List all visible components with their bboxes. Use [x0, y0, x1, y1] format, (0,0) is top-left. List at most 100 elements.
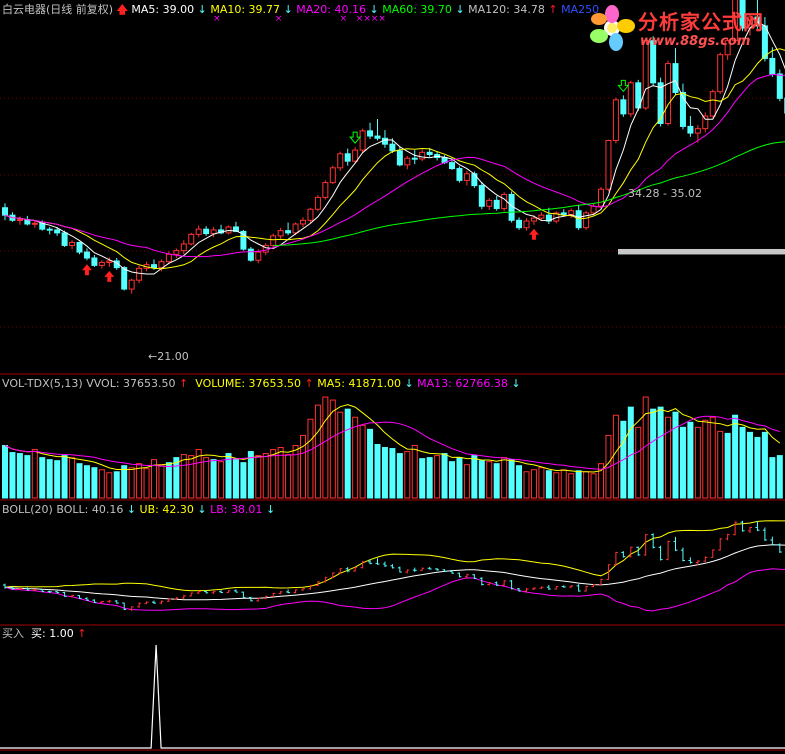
arrow-down-icon: ↓ [197, 3, 207, 16]
candle-body [307, 208, 314, 221]
volume-bar [98, 469, 105, 499]
volume-bar [530, 469, 537, 499]
candle-body [463, 173, 470, 181]
volume-bar [568, 473, 575, 499]
candle-body [449, 162, 455, 170]
candle-body [247, 248, 254, 261]
arrow-up-icon: ↑ [548, 3, 558, 16]
candle-body [203, 228, 210, 235]
candle-body [672, 63, 679, 93]
candle-body [367, 130, 374, 137]
volume-bar [575, 470, 582, 499]
candle-body [255, 251, 262, 261]
candle-body [374, 135, 381, 139]
volume-bar [180, 454, 187, 499]
volume-bar [501, 457, 508, 499]
sell-arrow-icon [617, 79, 630, 93]
candle-body [337, 153, 344, 169]
candle-body [717, 54, 724, 93]
boll-lb-label: LB: 38.01 [210, 503, 263, 516]
volume-bar [560, 469, 567, 499]
candle-body [568, 210, 575, 215]
candle-body [83, 251, 90, 259]
logo: 分析家公式网 www.88gs.com [588, 2, 783, 56]
volume-bar [665, 416, 672, 499]
volume-bar [113, 471, 120, 499]
volume-bar [255, 455, 262, 499]
volume-bar [627, 406, 634, 499]
candle-body [300, 219, 306, 225]
volume-bar [352, 416, 359, 499]
arrow-down-icon: ↓ [197, 503, 207, 516]
volume-bar [419, 458, 426, 499]
volume-bar [449, 461, 455, 499]
volume-bar [314, 404, 321, 499]
logo-url: www.88gs.com [640, 34, 751, 49]
volume-bar [165, 462, 172, 499]
sell-arrow-icon [349, 131, 362, 144]
volume-bar [329, 399, 336, 499]
volume-bar [426, 457, 433, 499]
stock-name: 白云电器(日线 前复权) [2, 3, 114, 16]
volume-bar [471, 455, 478, 499]
candle-body [404, 157, 411, 166]
candle-body [709, 91, 716, 117]
volume-bar [538, 467, 545, 499]
ma120-label: MA120: 34.78 [468, 3, 545, 16]
volume-bar [523, 471, 530, 499]
volume-bar [39, 457, 46, 499]
candle-body [694, 128, 701, 134]
volume-bar [463, 464, 470, 499]
boll-lb-line [4, 568, 785, 612]
candle-body [285, 230, 292, 234]
candle-body [657, 82, 664, 124]
candle-body [31, 222, 38, 225]
volume-bar [285, 454, 292, 499]
candle-body [560, 212, 567, 215]
candle-body [478, 185, 485, 207]
candle-body [180, 243, 187, 252]
buy-indicator-name: 买入 [2, 627, 24, 640]
volume-bar [456, 457, 463, 499]
candle-body [188, 233, 195, 245]
logo-title: 分析家公式网 [638, 10, 764, 34]
candle-body [69, 241, 76, 246]
vol-ma5-label: MA5: 41871.00 [317, 377, 401, 390]
candle-body [530, 217, 537, 222]
volume-bar [367, 428, 374, 499]
volume-bar [173, 457, 180, 499]
candle-body [598, 188, 604, 207]
volume-bar [262, 453, 269, 499]
volume-bar [478, 460, 485, 499]
volume-bar [158, 464, 165, 499]
candle-body [2, 207, 8, 216]
volume-bar [508, 459, 515, 499]
arrow-up-icon: ↑ [304, 377, 314, 390]
arrow-down-icon: ↓ [404, 377, 414, 390]
candle-body [128, 279, 135, 290]
volume-bar [389, 448, 396, 499]
volume-bar [218, 461, 225, 499]
volume-bar [381, 447, 388, 499]
volume-bar [188, 455, 195, 499]
volume-bar [769, 457, 776, 499]
volume-bar [754, 436, 761, 499]
candle-body [329, 167, 336, 184]
arrow-up-icon: ↑ [179, 377, 189, 390]
volume-bar [69, 457, 76, 499]
volume-bar [411, 445, 418, 499]
candle-body [210, 229, 217, 235]
candle-body [61, 232, 68, 246]
arrow-down-icon: ↓ [455, 3, 465, 16]
volume-bar [232, 459, 239, 499]
arrow-up-icon: 🡅 [116, 3, 128, 16]
volume-bar [9, 452, 16, 499]
volume-bar [322, 396, 329, 499]
volume-bar [612, 414, 619, 499]
price-band-label: 34.28 - 35.02 [628, 187, 702, 200]
candle-body [195, 228, 202, 235]
volume-header: VOL-TDX(5,13) VVOL: 37653.50 ↑ VOLUME: 3… [2, 377, 521, 390]
candle-body [426, 151, 433, 156]
candle-body [389, 143, 396, 152]
buy-arrow-icon [528, 228, 539, 240]
